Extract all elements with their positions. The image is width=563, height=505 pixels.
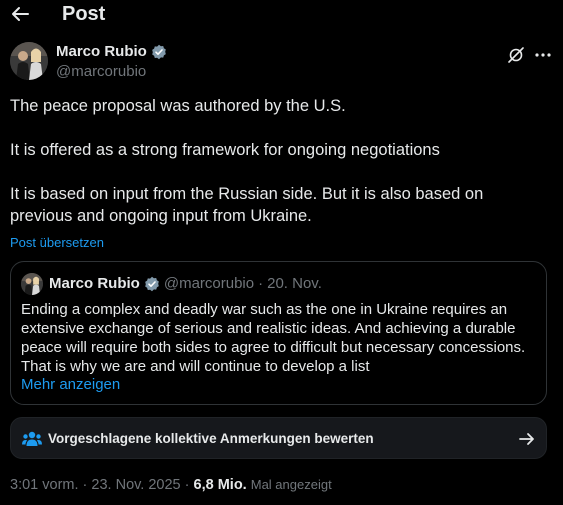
post-time[interactable]: 3:01 vorm.	[10, 477, 79, 493]
avatar-photo-icon	[10, 42, 48, 80]
post-text: The peace proposal was authored by the U…	[10, 95, 550, 227]
quoted-post-date: 20. Nov.	[267, 275, 322, 292]
views-count: 6,8 Mio.	[193, 477, 247, 493]
translate-post-link[interactable]: Post übersetzen	[10, 235, 104, 250]
quoted-line: extensive exchange of serious and realis…	[21, 320, 516, 337]
more-dots-icon	[535, 53, 551, 57]
quoted-line: Ending a complex and deadly war such as …	[21, 301, 508, 318]
avatar-photo-icon	[21, 273, 43, 295]
verified-badge-icon	[145, 276, 159, 291]
quoted-post-header: Marco Rubio @marcorubio · 20. Nov.	[49, 275, 322, 292]
quoted-avatar	[21, 273, 43, 295]
post-author: Marco Rubio @marcorubio	[10, 42, 555, 82]
author-name[interactable]: Marco Rubio	[56, 43, 167, 60]
arrow-left-icon	[12, 7, 29, 21]
post-date[interactable]: 23. Nov. 2025	[91, 477, 180, 493]
views-label: Mal angezeigt	[250, 477, 332, 492]
avatar[interactable]	[10, 42, 48, 80]
dot-separator: ·	[184, 477, 190, 493]
arrow-right-icon	[519, 433, 534, 445]
grok-button[interactable]	[505, 44, 527, 66]
post-paragraph: It is based on input from the Russian si…	[10, 185, 484, 225]
community-notes-button[interactable]: Vorgeschlagene kollektive Anmerkungen be…	[10, 417, 547, 459]
quoted-line: peace will require both sides to agree t…	[21, 339, 526, 356]
page-title: Post	[62, 3, 106, 25]
dot-separator: ·	[258, 275, 264, 292]
show-more-link[interactable]: Mehr anzeigen	[21, 376, 120, 393]
community-notes-label: Vorgeschlagene kollektive Anmerkungen be…	[48, 431, 374, 446]
quoted-post[interactable]: Marco Rubio @marcorubio · 20. Nov. Endin…	[10, 261, 547, 405]
quoted-post-text: Ending a complex and deadly war such as …	[21, 300, 541, 376]
author-handle[interactable]: @marcorubio	[56, 63, 146, 80]
quoted-author-handle: @marcorubio	[163, 275, 255, 292]
quoted-author-name: Marco Rubio	[49, 275, 140, 292]
top-bar: Post	[0, 0, 563, 30]
verified-badge-icon	[152, 44, 166, 59]
post-paragraph: It is offered as a strong framework for …	[10, 141, 440, 159]
post-paragraph: The peace proposal was authored by the U…	[10, 97, 346, 115]
back-button[interactable]	[10, 3, 30, 25]
quoted-line: That is why we are and will continue to …	[21, 358, 370, 375]
grok-icon	[508, 47, 524, 63]
people-icon	[22, 431, 42, 446]
author-name-text: Marco Rubio	[56, 43, 147, 60]
post-metadata: 3:01 vorm. · 23. Nov. 2025 · 6,8 Mio. Ma…	[10, 477, 332, 493]
dot-separator: ·	[82, 477, 88, 493]
more-options-button[interactable]	[532, 44, 554, 66]
